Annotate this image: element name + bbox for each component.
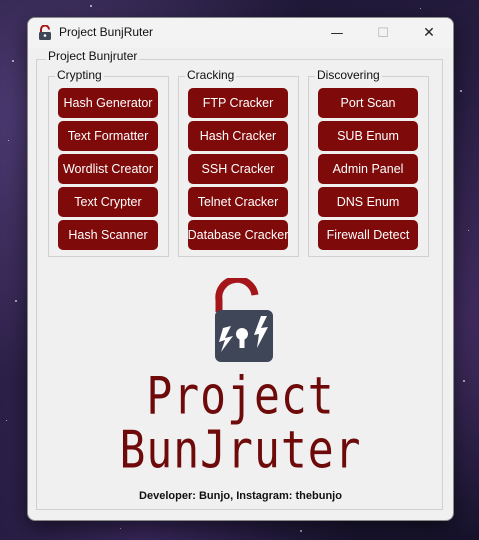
unlocked-padlock-icon: [215, 278, 273, 362]
title-bar[interactable]: Project BunjRuter — ☐ ✕: [28, 18, 453, 48]
firewall-detect-button[interactable]: Firewall Detect: [318, 220, 418, 250]
ssh-cracker-button[interactable]: SSH Cracker: [188, 154, 288, 184]
text-crypter-button[interactable]: Text Crypter: [58, 187, 158, 217]
main-group-label: Project Bunjruter: [46, 49, 140, 63]
sub-enum-button[interactable]: SUB Enum: [318, 121, 418, 151]
desktop-background: Project BunjRuter — ☐ ✕ Project Bunjrute…: [0, 0, 479, 540]
developer-credit: Developer: Bunjo, Instagram: thebunjo: [139, 490, 342, 502]
minimize-button[interactable]: —: [314, 18, 360, 48]
text-formatter-button[interactable]: Text Formatter: [58, 121, 158, 151]
database-cracker-button[interactable]: Database Cracker: [188, 220, 288, 250]
crypting-group-label: Crypting: [55, 68, 104, 82]
hash-scanner-button[interactable]: Hash Scanner: [58, 220, 158, 250]
dns-enum-button[interactable]: DNS Enum: [318, 187, 418, 217]
logo-title-line1: Project: [146, 366, 335, 427]
ftp-cracker-button[interactable]: FTP Cracker: [188, 88, 288, 118]
close-button[interactable]: ✕: [406, 18, 452, 48]
hash-cracker-button[interactable]: Hash Cracker: [188, 121, 288, 151]
hash-generator-button[interactable]: Hash Generator: [58, 88, 158, 118]
unlocked-padlock-icon: [39, 25, 51, 40]
window-title: Project BunjRuter: [59, 25, 154, 39]
maximize-button[interactable]: ☐: [360, 18, 406, 48]
logo-title-line2: BunJruter: [119, 420, 362, 481]
cracking-group-label: Cracking: [185, 68, 237, 82]
wordlist-creator-button[interactable]: Wordlist Creator: [58, 154, 158, 184]
admin-panel-button[interactable]: Admin Panel: [318, 154, 418, 184]
discovering-group-label: Discovering: [315, 68, 382, 82]
telnet-cracker-button[interactable]: Telnet Cracker: [188, 187, 288, 217]
port-scan-button[interactable]: Port Scan: [318, 88, 418, 118]
app-window: Project BunjRuter — ☐ ✕ Project Bunjrute…: [27, 17, 454, 521]
